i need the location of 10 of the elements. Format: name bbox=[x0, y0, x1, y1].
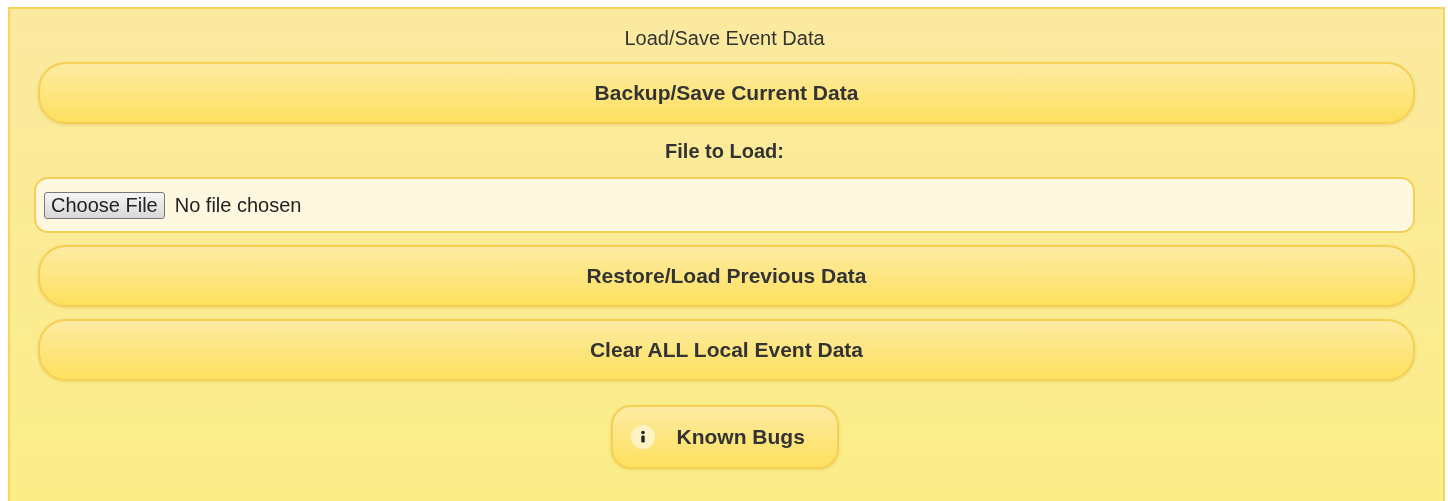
file-input[interactable]: Choose File No file chosen bbox=[34, 177, 1415, 233]
file-label: File to Load: bbox=[665, 140, 784, 163]
section-title: Load/Save Event Data bbox=[624, 27, 825, 50]
action-button[interactable]: Restore/Load Previous Data bbox=[38, 245, 1415, 307]
choose-file-button[interactable]: Choose File bbox=[44, 191, 165, 219]
info-icon bbox=[630, 425, 655, 449]
backup-button[interactable]: Backup/Save Current Data bbox=[38, 62, 1415, 124]
action-button[interactable]: Clear ALL Local Event Data bbox=[38, 319, 1415, 381]
file-status: No file chosen bbox=[174, 193, 302, 217]
known-bugs-button[interactable]: Known Bugs bbox=[610, 405, 839, 469]
